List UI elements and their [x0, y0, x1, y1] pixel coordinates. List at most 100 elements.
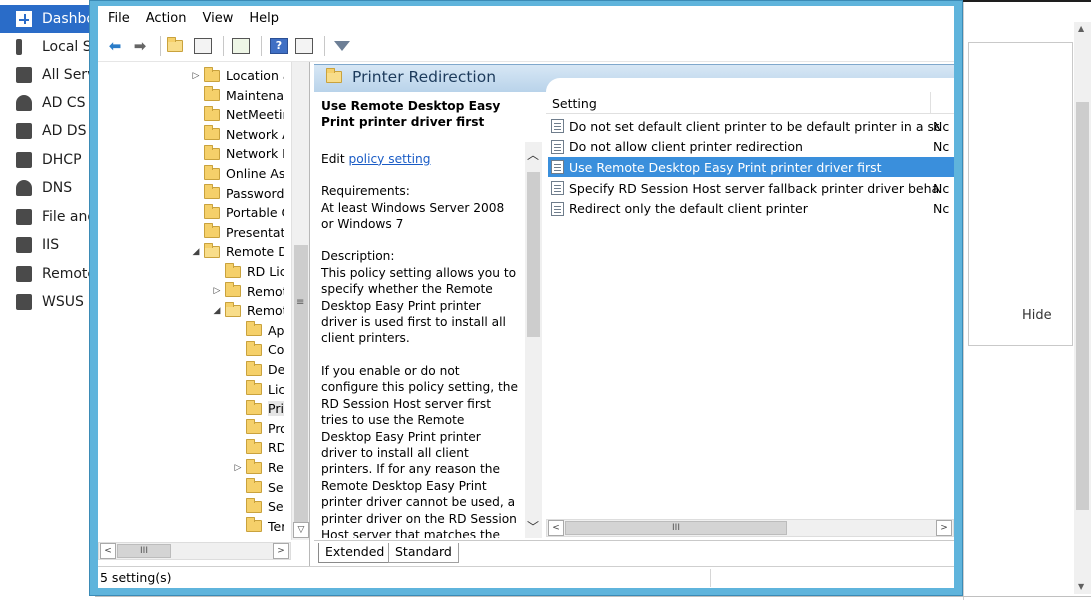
status-divider — [710, 569, 711, 587]
tree-horizontal-scrollbar[interactable]: < III > — [98, 542, 291, 560]
scroll-left-icon[interactable]: < — [548, 520, 564, 536]
export-list-icon[interactable] — [230, 35, 252, 57]
local-server-icon — [16, 39, 22, 55]
tree-item[interactable]: Pro — [232, 419, 284, 438]
expander-icon[interactable]: ◢ — [211, 306, 223, 316]
expander-icon[interactable]: ▷ — [190, 71, 202, 81]
tree-item[interactable]: RD — [232, 438, 284, 457]
tree-item[interactable]: Network A — [190, 125, 284, 144]
menu-file[interactable]: File — [108, 11, 130, 26]
tab-standard[interactable]: Standard — [388, 543, 459, 563]
folder-icon — [246, 438, 262, 454]
expander-icon[interactable]: ▷ — [232, 463, 244, 473]
toolbar-separator — [324, 35, 325, 56]
folder-icon — [246, 360, 262, 376]
hide-link[interactable]: Hide — [1022, 308, 1052, 323]
tree-item[interactable]: Sec — [232, 478, 284, 497]
sidebar-item-iis[interactable]: IIS — [0, 231, 95, 259]
menu-help[interactable]: Help — [249, 11, 279, 26]
policy-row[interactable]: Do not set default client printer to be … — [548, 116, 954, 136]
tree-item[interactable]: Co — [232, 340, 284, 359]
tree-item[interactable]: Ter — [232, 517, 284, 536]
status-bar: 5 setting(s) — [98, 566, 954, 588]
tree-item[interactable]: Presentatic — [190, 223, 284, 242]
scrollbar-thumb[interactable]: III — [117, 544, 171, 558]
scrollbar-thumb[interactable] — [1076, 102, 1089, 510]
sidebar-item-remote-desktop[interactable]: Remote — [0, 260, 95, 288]
scroll-down-icon[interactable]: ﹀ — [527, 518, 539, 535]
list-horizontal-scrollbar[interactable]: < III > — [546, 519, 954, 537]
show-hide-tree-icon[interactable] — [192, 35, 214, 57]
up-folder-icon[interactable] — [167, 35, 189, 57]
menu-view[interactable]: View — [202, 11, 233, 26]
menu-action[interactable]: Action — [146, 11, 187, 26]
scroll-right-icon[interactable]: > — [936, 520, 952, 536]
tree-item[interactable]: Ap — [232, 321, 284, 340]
tree-item-label: Portable O — [226, 205, 284, 221]
filter-icon[interactable] — [331, 35, 353, 57]
policy-row[interactable]: Redirect only the default client printer… — [548, 199, 954, 219]
tree-item[interactable]: NetMeetir — [190, 105, 284, 124]
tree-vertical-scrollbar[interactable]: ≡ ▽ — [291, 62, 309, 540]
tree-item[interactable]: Lic — [232, 380, 284, 399]
tree-item[interactable]: ▷ Remote — [211, 282, 284, 301]
sidebar-item-ad-cs[interactable]: AD CS — [0, 89, 95, 117]
sidebar-item-dashboard[interactable]: Dashbo — [0, 5, 95, 33]
tree-item[interactable]: ▷ Rer — [232, 458, 284, 477]
scroll-up-icon[interactable]: ▲ — [1078, 24, 1084, 33]
tree-item[interactable]: Maintenar — [190, 86, 284, 105]
policy-setting-icon — [551, 201, 564, 216]
back-arrow-icon[interactable]: ⬅ — [104, 35, 126, 57]
column-separator[interactable] — [930, 92, 931, 114]
tree-item[interactable]: Prir — [232, 399, 284, 418]
scroll-right-icon[interactable]: > — [273, 543, 289, 559]
expander-icon[interactable]: ▷ — [211, 286, 223, 296]
tree-item[interactable]: Online Ass — [190, 164, 284, 183]
policy-setting-link[interactable]: policy setting — [348, 152, 430, 166]
sidebar-item-dns[interactable]: DNS — [0, 174, 95, 202]
folder-icon — [204, 242, 220, 258]
scrollbar-thumb[interactable]: III — [565, 521, 787, 535]
sidebar-item-local-server[interactable]: Local S — [0, 33, 95, 61]
description-scrollbar[interactable]: ︿ ﹀ — [525, 142, 542, 538]
folder-icon — [204, 125, 220, 141]
tree-item[interactable]: Network P — [190, 144, 284, 163]
tree-item[interactable]: ▷ Location a — [190, 66, 284, 85]
tree-item[interactable]: Ses — [232, 497, 284, 516]
tree-item[interactable]: RD Lice — [211, 262, 284, 281]
tree-item[interactable]: ◢ Remote De — [190, 242, 284, 261]
extended-view-icon[interactable] — [293, 35, 315, 57]
column-setting[interactable]: Setting — [552, 96, 597, 111]
server-manager-scrollbar[interactable]: ▲ ▼ — [1074, 22, 1091, 594]
scroll-down-icon[interactable]: ▼ — [1078, 582, 1084, 591]
scroll-left-icon[interactable]: < — [100, 543, 116, 559]
tree-item[interactable]: Password — [190, 184, 284, 203]
scrollbar-thumb[interactable] — [294, 245, 308, 535]
tree-item-label: RD Lice — [247, 264, 284, 279]
tree-item-label: Remote — [247, 303, 284, 319]
tree-item-label: Network P — [226, 146, 284, 162]
tree-item[interactable]: Portable O — [190, 203, 284, 222]
tree-item-label: Rer — [268, 460, 284, 475]
policy-row[interactable]: Use Remote Desktop Easy Print printer dr… — [548, 157, 954, 178]
folder-icon — [246, 380, 262, 396]
policy-row[interactable]: Specify RD Session Host server fallback … — [548, 178, 954, 198]
policy-row[interactable]: Do not allow client printer redirection N… — [548, 137, 954, 157]
folder-icon — [246, 399, 262, 415]
tree-item-label: Sec — [268, 479, 284, 495]
sidebar-item-ad-ds[interactable]: AD DS — [0, 117, 95, 145]
scroll-up-icon[interactable]: ︿ — [527, 146, 539, 163]
view-tabs: Extended Standard — [314, 540, 954, 566]
tree-item[interactable]: ◢ Remote — [211, 301, 284, 320]
tab-extended[interactable]: Extended — [318, 543, 392, 563]
help-icon[interactable]: ? — [268, 35, 290, 57]
sidebar-item-file-services[interactable]: File and — [0, 203, 95, 231]
tree-item[interactable]: Dev — [232, 360, 284, 379]
sidebar-item-all-servers[interactable]: All Serv — [0, 61, 95, 89]
scrollbar-thumb[interactable] — [527, 172, 540, 337]
scroll-down-icon[interactable]: ▽ — [293, 522, 309, 538]
forward-arrow-icon[interactable]: ➡ — [129, 35, 151, 57]
expander-icon[interactable]: ◢ — [190, 247, 202, 257]
sidebar-item-dhcp[interactable]: DHCP — [0, 146, 95, 174]
sidebar-item-wsus[interactable]: WSUS — [0, 288, 95, 316]
